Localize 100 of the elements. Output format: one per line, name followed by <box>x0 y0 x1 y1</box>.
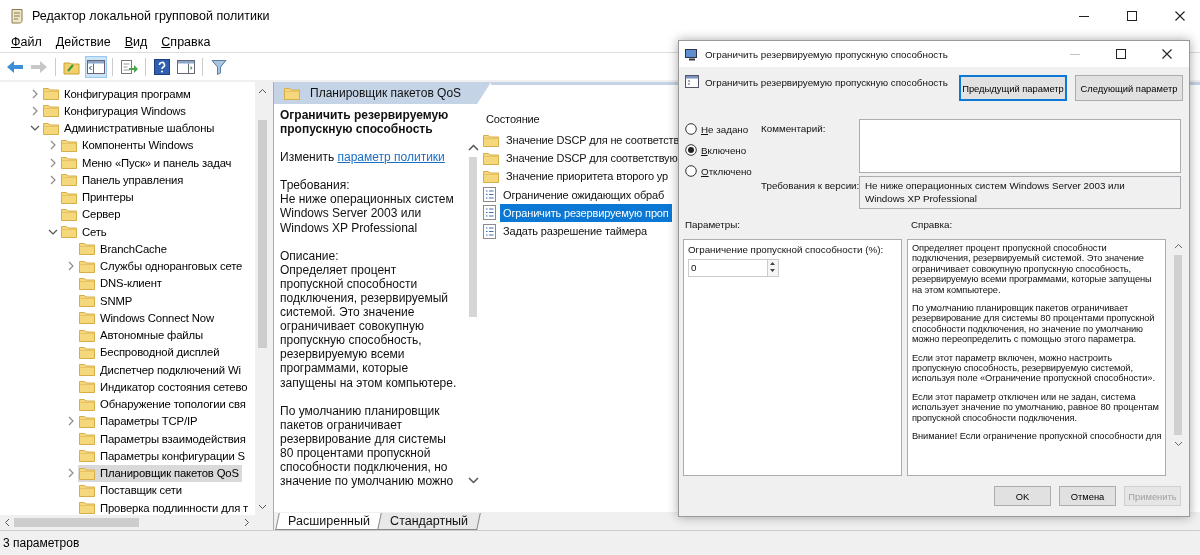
scroll-down-icon[interactable] <box>258 504 267 510</box>
back-arrow-icon[interactable] <box>6 58 24 75</box>
radio-label[interactable]: Включено <box>701 144 747 156</box>
maximize-icon[interactable] <box>1126 10 1138 22</box>
chevron-right-icon[interactable] <box>31 105 39 116</box>
tree-item[interactable]: Сеть <box>60 223 110 241</box>
tree-item[interactable]: Параметры TCP/IP <box>78 412 201 430</box>
chevron-right-icon[interactable] <box>67 261 75 272</box>
list-item[interactable]: Значение DSCP для не соответств <box>503 131 683 150</box>
tree-item[interactable]: Службы одноранговых сете <box>78 257 246 275</box>
scroll-right-icon[interactable] <box>244 518 250 527</box>
folder-icon <box>79 432 95 446</box>
tree-item[interactable]: Диспетчер подключений Wi <box>78 361 244 379</box>
list-item[interactable]: Ограничение ожидающих обраб <box>500 185 668 204</box>
tree-item[interactable]: Индикатор состояния сетево <box>78 378 251 396</box>
radio-button[interactable] <box>685 165 697 177</box>
scroll-down-icon[interactable] <box>467 477 479 484</box>
tree-item[interactable]: Проверка подлинности для т <box>78 499 252 517</box>
tree-item[interactable]: Конфигурация программ <box>42 85 194 103</box>
tree-item[interactable]: Сервер <box>60 205 124 223</box>
menu-item[interactable]: Справка <box>161 35 211 49</box>
policy-settings-link[interactable]: параметр политики <box>337 150 445 165</box>
chevron-right-icon[interactable] <box>49 174 57 185</box>
folder-icon <box>61 138 77 152</box>
chevron-down-icon[interactable] <box>30 124 40 133</box>
tree-item[interactable]: DNS-клиент <box>78 274 165 292</box>
folder-icon <box>79 380 95 394</box>
scroll-up-icon[interactable] <box>1173 243 1183 249</box>
next-setting-button[interactable]: Следующий параметр <box>1075 75 1183 101</box>
horizontal-scrollbar[interactable] <box>0 515 270 530</box>
tree-item[interactable]: Параметры взаимодействия <box>78 430 249 448</box>
ok-button[interactable]: OK <box>994 486 1051 506</box>
version-requirements-label: Требования к версии: <box>761 179 859 193</box>
tree-item[interactable]: Беспроводной дисплей <box>78 343 223 361</box>
comment-label: Комментарий: <box>761 122 827 136</box>
tree-item[interactable]: Поставщик сети <box>78 481 185 499</box>
tree-item[interactable]: Административные шаблоны <box>42 119 218 137</box>
tree-item[interactable]: Планировщик пакетов QoS <box>78 464 242 482</box>
chevron-right-icon[interactable] <box>49 140 57 151</box>
radio-label[interactable]: Не задано <box>701 123 749 135</box>
tree-item[interactable]: Меню «Пуск» и панель задач <box>60 154 235 172</box>
tree-item[interactable]: BranchCache <box>78 240 170 258</box>
view-tab[interactable]: Стандартный <box>377 513 481 530</box>
menu-item[interactable]: Файл <box>11 35 42 49</box>
scrollbar-thumb[interactable] <box>14 518 139 527</box>
tree-item[interactable]: Компоненты Windows <box>60 136 197 154</box>
tree-item[interactable]: Обнаружение топологии свя <box>78 395 249 413</box>
tree-item[interactable]: Автономные файлы <box>78 326 206 344</box>
help-icon[interactable] <box>154 58 170 75</box>
chevron-right-icon[interactable] <box>67 416 75 427</box>
filter-icon[interactable] <box>211 58 227 75</box>
folder-icon <box>79 311 95 325</box>
scroll-left-icon[interactable] <box>4 518 10 527</box>
list-item[interactable]: Задать разрешение таймера <box>500 222 650 241</box>
policy-setting-icon <box>483 187 496 203</box>
close-icon[interactable] <box>1174 10 1186 22</box>
tree-item[interactable]: Параметры конфигурации S <box>78 447 248 465</box>
export-list-icon[interactable] <box>120 58 138 75</box>
tree-item[interactable]: Панель управления <box>60 171 187 189</box>
scroll-down-icon[interactable] <box>1173 441 1183 447</box>
radio-button[interactable] <box>685 123 697 135</box>
help-text: Если этот параметр включен, можно настроить пропускную способность, резервируемую системой, используя поле «Ограничение пропускной способности». <box>911 352 1156 384</box>
window-title: Редактор локальной групповой политики <box>32 9 271 23</box>
tree-item[interactable]: SNMP <box>78 292 136 310</box>
scroll-up-icon[interactable] <box>467 144 479 151</box>
tree-item[interactable]: Windows Connect Now <box>78 309 217 327</box>
number-spinner[interactable]: 0 <box>688 259 779 277</box>
menu-item[interactable]: Действие <box>55 35 111 49</box>
tree-item[interactable]: Принтеры <box>60 188 137 206</box>
scrollbar-thumb[interactable] <box>469 157 477 317</box>
menu-item[interactable]: Вид <box>124 35 148 49</box>
status-text: 3 параметров <box>3 536 80 550</box>
spinner-arrows-icon[interactable] <box>768 260 777 274</box>
folder-icon <box>61 207 77 221</box>
scrollbar-thumb[interactable] <box>258 120 267 348</box>
scroll-up-icon[interactable] <box>258 88 267 94</box>
list-item[interactable]: Значение приоритета второго ур <box>503 167 671 186</box>
view-tab[interactable]: Расширенный <box>275 513 383 530</box>
chevron-right-icon[interactable] <box>67 468 75 479</box>
tree-item[interactable]: Конфигурация Windows <box>42 102 189 120</box>
list-item[interactable]: Ограничить резервируемую проп <box>500 203 672 222</box>
policy-setting-icon <box>483 223 496 239</box>
cancel-button[interactable]: Отмена <box>1059 486 1116 506</box>
description-label: Описание: <box>280 248 339 263</box>
version-requirements-field: Не ниже операционных систем Windows Server 2003 или Windows XP Professional <box>859 176 1181 209</box>
pane-view-icon[interactable] <box>177 58 195 75</box>
list-item[interactable]: Значение DSCP для соответствую <box>503 149 681 168</box>
chevron-right-icon[interactable] <box>31 88 39 99</box>
previous-setting-button[interactable]: Предыдущий параметр <box>959 75 1067 101</box>
scrollbar-thumb[interactable] <box>1174 255 1183 435</box>
description-text: По умолчанию планировщик пакетов ограничивает резервирование для системы 80 процентами пропускной способности подключения, но значение по умолчанию можно <box>280 403 455 489</box>
comment-field[interactable] <box>859 119 1181 173</box>
close-icon[interactable] <box>1161 48 1173 60</box>
pane-header-title: Планировщик пакетов QoS <box>310 86 462 100</box>
radio-label[interactable]: Отключено <box>701 165 752 177</box>
radio-button[interactable] <box>685 144 697 156</box>
chevron-down-icon[interactable] <box>48 227 58 236</box>
vertical-scrollbar[interactable] <box>255 82 270 515</box>
chevron-right-icon[interactable] <box>49 157 57 168</box>
maximize-icon[interactable] <box>1115 48 1127 60</box>
